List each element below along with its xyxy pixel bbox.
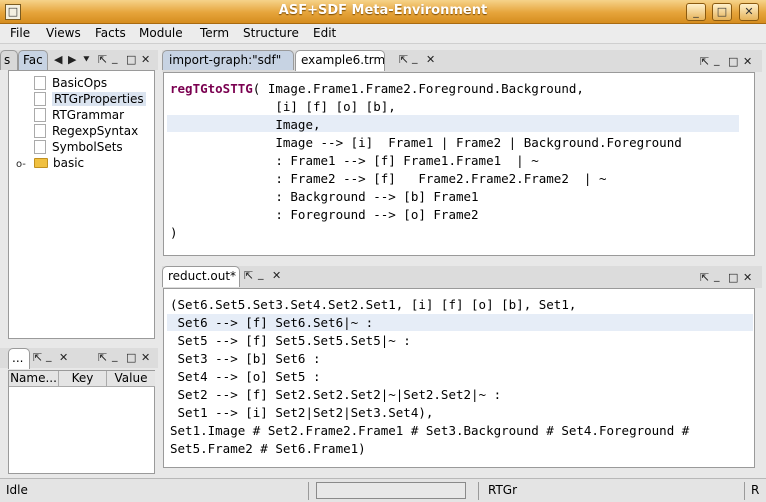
tab-list-icon[interactable]: ⯆ [82, 53, 91, 67]
tree-item-rtgrammar[interactable]: RTGrammar [34, 108, 124, 124]
maximize-icon[interactable]: □ [126, 351, 136, 365]
pin-icon[interactable]: ⇱ [399, 53, 408, 67]
tab-s[interactable]: s [0, 50, 18, 70]
scroll-right-icon[interactable]: ▶ [68, 53, 76, 67]
file-icon [34, 108, 46, 122]
status-module: RTGr [488, 483, 518, 497]
tab-reduct-out[interactable]: reduct.out* [162, 266, 240, 287]
output-line-5: Set4 --> [o] Set5 : [170, 369, 321, 384]
menu-module[interactable]: Module [139, 26, 183, 40]
code-line-1: regTGtoSTTG( Image.Frame1.Frame2.Foregro… [170, 81, 584, 96]
menu-edit[interactable]: Edit [313, 26, 336, 40]
tree-item-symbolsets[interactable]: SymbolSets [34, 140, 123, 156]
pin-icon[interactable]: ⇱ [700, 271, 709, 285]
pin-icon[interactable]: ⇱ [98, 351, 107, 365]
lower-left-tabstrip: ... ⇱ _ ✕ ⇱ _ □ ✕ [0, 348, 158, 369]
tab-import-graph[interactable]: import-graph:"sdf" [162, 50, 294, 70]
minimize-icon[interactable]: _ [714, 269, 720, 283]
tab-example6[interactable]: example6.trm* [295, 50, 385, 71]
output-line-6: Set2 --> [f] Set2.Set2.Set2|~|Set2.Set2|… [170, 387, 502, 402]
close-icon[interactable]: ✕ [743, 271, 752, 285]
maximize-icon[interactable]: □ [126, 53, 136, 67]
close-tab-icon[interactable]: ✕ [272, 269, 281, 283]
code-line-4: Image --> [i] Frame1 | Frame2 | Backgrou… [170, 135, 682, 150]
code-line-2: [i] [f] [o] [b], [170, 99, 396, 114]
close-icon[interactable]: ✕ [141, 351, 150, 365]
status-separator [478, 482, 479, 500]
tab-facts[interactable]: Fac [18, 50, 48, 70]
column-value[interactable]: Value [107, 371, 155, 387]
close-tab-icon[interactable]: ✕ [426, 53, 435, 67]
output-line-9: Set5.Frame2 # Set6.Frame1) [170, 441, 366, 456]
menu-file[interactable]: File [10, 26, 30, 40]
column-name[interactable]: Name... [9, 371, 59, 387]
reduct-output[interactable]: (Set6.Set5.Set3.Set4.Set2.Set1, [i] [f] … [163, 288, 755, 468]
close-window-button[interactable]: ✕ [739, 3, 759, 21]
maximize-icon[interactable]: □ [728, 271, 738, 285]
tree-item-basic[interactable]: basic [34, 156, 84, 172]
tab-facts-list[interactable]: ... [8, 348, 30, 369]
menu-term[interactable]: Term [200, 26, 229, 40]
maximize-button[interactable]: □ [712, 3, 732, 21]
output-line-1: (Set6.Set5.Set3.Set4.Set2.Set1, [i] [f] … [170, 297, 577, 312]
minimize-icon[interactable]: _ [412, 51, 418, 65]
expand-toggle-icon[interactable]: o- [16, 158, 26, 172]
tree-item-basicops[interactable]: BasicOps [34, 76, 107, 92]
file-icon [34, 140, 46, 154]
output-line-8: Set1.Image # Set2.Frame2.Frame1 # Set3.B… [170, 423, 690, 438]
code-line-6: : Frame2 --> [f] Frame2.Frame2.Frame2 | … [170, 171, 607, 186]
reduct-tabstrip: reduct.out* ⇱ _ ✕ ⇱ _ □ ✕ [162, 266, 762, 288]
pin-icon[interactable]: ⇱ [98, 53, 107, 67]
minimize-icon[interactable]: _ [46, 349, 52, 363]
code-line-8: : Foreground --> [o] Frame2 [170, 207, 479, 222]
code-line-5: : Frame1 --> [f] Frame1.Frame1 | ~ [170, 153, 539, 168]
status-text: Idle [6, 483, 28, 497]
output-line-4: Set3 --> [b] Set6 : [170, 351, 321, 366]
tree-item-rtgrproperties[interactable]: RTGrProperties [34, 92, 146, 108]
minimize-icon[interactable]: _ [258, 267, 264, 281]
close-icon[interactable]: ✕ [743, 55, 752, 69]
minimize-icon[interactable]: _ [112, 51, 118, 65]
editor-tabstrip: import-graph:"sdf" example6.trm* ⇱ _ ✕ ⇱… [162, 50, 762, 72]
pin-icon[interactable]: ⇱ [700, 55, 709, 69]
minimize-icon[interactable]: _ [714, 53, 720, 67]
title-bar: □ ASF+SDF Meta-Environment _ □ ✕ [0, 0, 766, 24]
code-line-3: Image, [170, 117, 321, 132]
menu-facts[interactable]: Facts [95, 26, 126, 40]
term-editor[interactable]: regTGtoSTTG( Image.Frame1.Frame2.Foregro… [163, 72, 755, 256]
tree-item-regexpsyntax[interactable]: RegexpSyntax [34, 124, 138, 140]
output-line-7: Set1 --> [i] Set2|Set2|Set3.Set4), [170, 405, 434, 420]
close-icon[interactable]: ✕ [141, 53, 150, 67]
window-title: ASF+SDF Meta-Environment [278, 3, 488, 18]
pin-icon[interactable]: ⇱ [33, 351, 42, 365]
module-tree: BasicOps RTGrProperties RTGrammar Regexp… [8, 70, 155, 339]
menu-structure[interactable]: Structure [243, 26, 299, 40]
scroll-left-icon[interactable]: ◀ [54, 53, 62, 67]
close-icon[interactable]: ✕ [59, 351, 68, 365]
status-separator [308, 482, 309, 500]
progress-bar [316, 482, 466, 499]
code-line-9: ) [170, 225, 178, 240]
status-separator [744, 482, 745, 500]
file-icon [34, 76, 46, 90]
output-line-3: Set5 --> [f] Set5.Set5.Set5|~ : [170, 333, 411, 348]
menu-views[interactable]: Views [46, 26, 81, 40]
pin-icon[interactable]: ⇱ [244, 269, 253, 283]
menu-bar: File Views Facts Module Term Structure E… [0, 24, 766, 44]
file-icon [34, 124, 46, 138]
code-line-7: : Background --> [b] Frame1 [170, 189, 479, 204]
file-icon [34, 92, 46, 106]
maximize-icon[interactable]: □ [728, 55, 738, 69]
facts-table: Name... Key Value [8, 370, 155, 474]
status-right: R [751, 483, 760, 497]
left-tabstrip: s Fac ◀ ▶ ⯆ ⇱ _ □ ✕ [0, 50, 158, 70]
output-line-2: Set6 --> [f] Set6.Set6|~ : [170, 315, 374, 330]
column-key[interactable]: Key [59, 371, 107, 387]
minimize-button[interactable]: _ [686, 3, 706, 21]
folder-icon [34, 158, 48, 168]
status-bar: Idle RTGr R [0, 478, 766, 502]
minimize-icon[interactable]: _ [112, 349, 118, 363]
